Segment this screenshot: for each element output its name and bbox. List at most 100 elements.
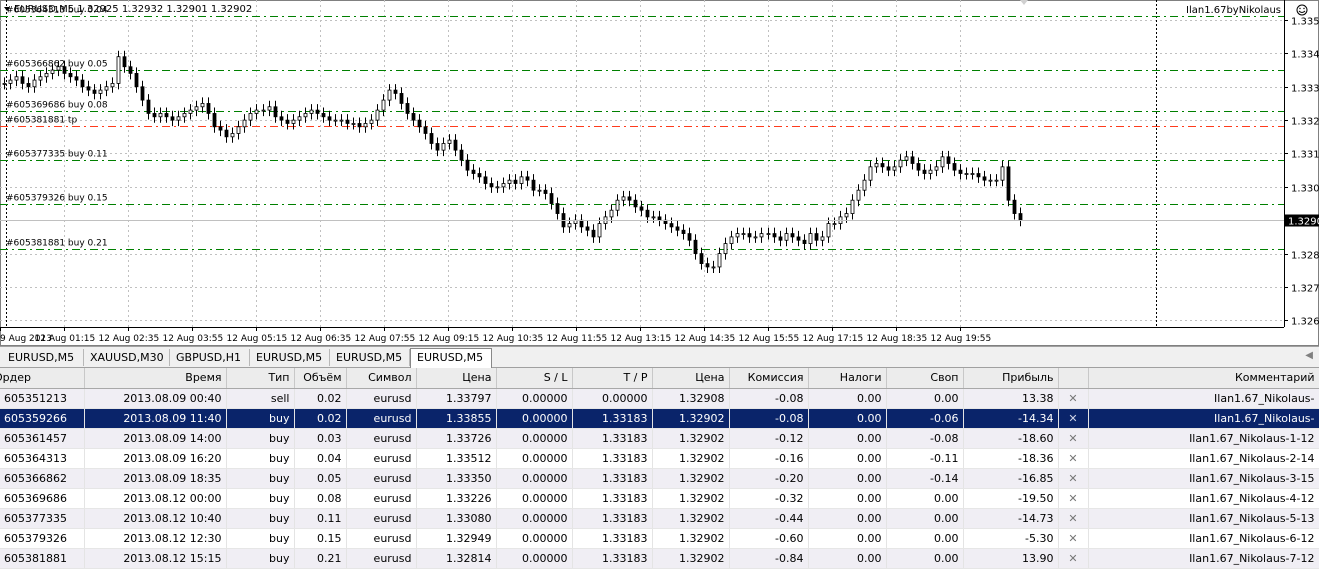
header-sl[interactable]: S / L	[496, 368, 573, 389]
table-row[interactable]: 605359266 2013.08.09 11:40 buy 0.02 eurusd 1.…	[0, 408, 1319, 429]
chart-tab[interactable]: EURUSD,M5	[250, 349, 330, 366]
close-order-icon[interactable]: ✕	[1068, 392, 1077, 405]
cell-comment: Ilan1.67_Nikolaus-2-14	[1088, 448, 1319, 469]
header-volume[interactable]: Объём	[294, 368, 347, 389]
candle-body	[916, 163, 921, 171]
cell-sl: 0.00000	[496, 468, 573, 489]
table-row[interactable]: 605366862 2013.08.09 18:35 buy 0.05 eurusd 1.…	[0, 468, 1319, 489]
table-row[interactable]: 605379326 2013.08.12 12:30 buy 0.15 eurusd 1.…	[0, 528, 1319, 549]
close-order-cell[interactable]: ✕	[1058, 388, 1089, 409]
candle-body	[351, 123, 356, 125]
close-order-cell[interactable]: ✕	[1058, 428, 1089, 449]
close-order-icon[interactable]: ✕	[1068, 552, 1077, 565]
chart-tab[interactable]: EURUSD,M5	[330, 349, 410, 366]
close-order-cell[interactable]: ✕	[1058, 548, 1089, 569]
cell-taxes: 0.00	[808, 388, 887, 409]
table-row[interactable]: 605351213 2013.08.09 00:40 sell 0.02 eurusd 1…	[0, 388, 1319, 409]
candle-body	[80, 79, 85, 88]
cell-time: 2013.08.09 14:00	[84, 428, 227, 449]
header-comment[interactable]: Комментарий	[1088, 368, 1319, 389]
cell-sl: 0.00000	[496, 448, 573, 469]
candle-body	[501, 183, 506, 188]
cell-swap: 0.00	[886, 508, 964, 529]
header-order[interactable]: Ордер	[0, 368, 85, 389]
tab-scroll-left-icon[interactable]: ◀	[1305, 350, 1313, 361]
cell-time: 2013.08.12 15:15	[84, 548, 227, 569]
cell-taxes: 0.00	[808, 488, 887, 509]
header-commission[interactable]: Комиссия	[729, 368, 809, 389]
close-order-cell[interactable]: ✕	[1058, 408, 1089, 429]
cell-profit: -18.36	[963, 448, 1059, 469]
header-price[interactable]: Цена	[416, 368, 497, 389]
close-order-icon[interactable]: ✕	[1068, 492, 1077, 505]
candle-body	[441, 143, 446, 151]
header-time[interactable]: Время	[84, 368, 227, 389]
chart-canvas[interactable]: 1.3350 1.3340 1.3330 1.3320 1.3310 1.3300 1.32…	[0, 0, 1319, 346]
close-order-icon[interactable]: ✕	[1068, 532, 1077, 545]
candle-body	[958, 169, 963, 174]
cell-time: 2013.08.09 11:40	[84, 408, 227, 429]
cell-taxes: 0.00	[808, 548, 887, 569]
order-line-label: #605379326 buy 0.15	[6, 194, 108, 204]
candle-body	[735, 233, 740, 238]
table-row[interactable]: 605361457 2013.08.09 14:00 buy 0.03 eurusd 1.…	[0, 428, 1319, 449]
candle-body	[315, 109, 320, 114]
candle-body	[110, 83, 115, 88]
close-order-cell[interactable]: ✕	[1058, 508, 1089, 529]
candle-body	[946, 156, 951, 164]
close-order-cell[interactable]: ✕	[1058, 488, 1089, 509]
chart-tab[interactable]: XAUUSD,M30	[84, 349, 170, 366]
time-axis-label: 12 Aug 02:35	[99, 334, 160, 344]
header-profit[interactable]: Прибыль	[963, 368, 1059, 389]
cell-type: buy	[226, 428, 295, 449]
cell-volume: 0.03	[294, 428, 347, 449]
candle-body	[904, 156, 909, 161]
candle-body	[363, 123, 368, 128]
time-axis-label: 12 Aug 03:55	[163, 334, 224, 344]
chart-tab[interactable]: EURUSD,M5	[410, 348, 492, 368]
cell-profit: 13.90	[963, 548, 1059, 569]
chart-tab[interactable]: GBPUSD,H1	[170, 349, 250, 366]
close-order-icon[interactable]: ✕	[1068, 412, 1077, 425]
time-axis-label: 12 Aug 05:15	[227, 334, 288, 344]
close-order-icon[interactable]: ✕	[1068, 452, 1077, 465]
cell-tp: 1.33183	[572, 408, 653, 429]
cell-time: 2013.08.09 18:35	[84, 468, 227, 489]
cell-sl: 0.00000	[496, 528, 573, 549]
price-chart[interactable]: 1.3350 1.3340 1.3330 1.3320 1.3310 1.3300 1.32…	[0, 0, 1319, 346]
candle-body	[657, 216, 662, 221]
cell-tp: 1.33183	[572, 428, 653, 449]
header-current-price[interactable]: Цена	[652, 368, 730, 389]
cell-type: buy	[226, 508, 295, 529]
cell-profit: -14.73	[963, 508, 1059, 529]
header-tp[interactable]: T / P	[572, 368, 653, 389]
close-order-icon[interactable]: ✕	[1068, 512, 1077, 525]
close-order-cell[interactable]: ✕	[1058, 448, 1089, 469]
cell-tp: 1.33183	[572, 468, 653, 489]
header-close[interactable]	[1058, 368, 1089, 389]
candle-body	[651, 216, 656, 219]
candle-body	[495, 186, 500, 189]
close-order-cell[interactable]: ✕	[1058, 468, 1089, 489]
candle-body	[393, 89, 398, 94]
close-order-icon[interactable]: ✕	[1068, 472, 1077, 485]
close-order-cell[interactable]: ✕	[1058, 528, 1089, 549]
candle-body	[122, 56, 127, 68]
header-swap[interactable]: Своп	[886, 368, 964, 389]
candle-body	[248, 113, 253, 121]
close-order-icon[interactable]: ✕	[1068, 432, 1077, 445]
header-type[interactable]: Тип	[226, 368, 295, 389]
cell-commission: -0.84	[729, 548, 809, 569]
chart-tab[interactable]: EURUSD,M5	[2, 349, 84, 366]
table-row[interactable]: 605369686 2013.08.12 00:00 buy 0.08 eurusd 1.…	[0, 488, 1319, 509]
table-row[interactable]: 605377335 2013.08.12 10:40 buy 0.11 eurusd 1.…	[0, 508, 1319, 529]
header-taxes[interactable]: Налоги	[808, 368, 887, 389]
time-axis-label: 12 Aug 15:55	[739, 334, 800, 344]
candle-body	[567, 223, 572, 228]
header-symbol[interactable]: Символ	[346, 368, 417, 389]
candle-body	[766, 233, 771, 235]
table-row[interactable]: 605364313 2013.08.09 16:20 buy 0.04 eurusd 1.…	[0, 448, 1319, 469]
table-row[interactable]: 605381881 2013.08.12 15:15 buy 0.21 eurusd 1.…	[0, 548, 1319, 569]
candle-body	[375, 109, 380, 121]
cell-swap: -0.08	[886, 428, 964, 449]
